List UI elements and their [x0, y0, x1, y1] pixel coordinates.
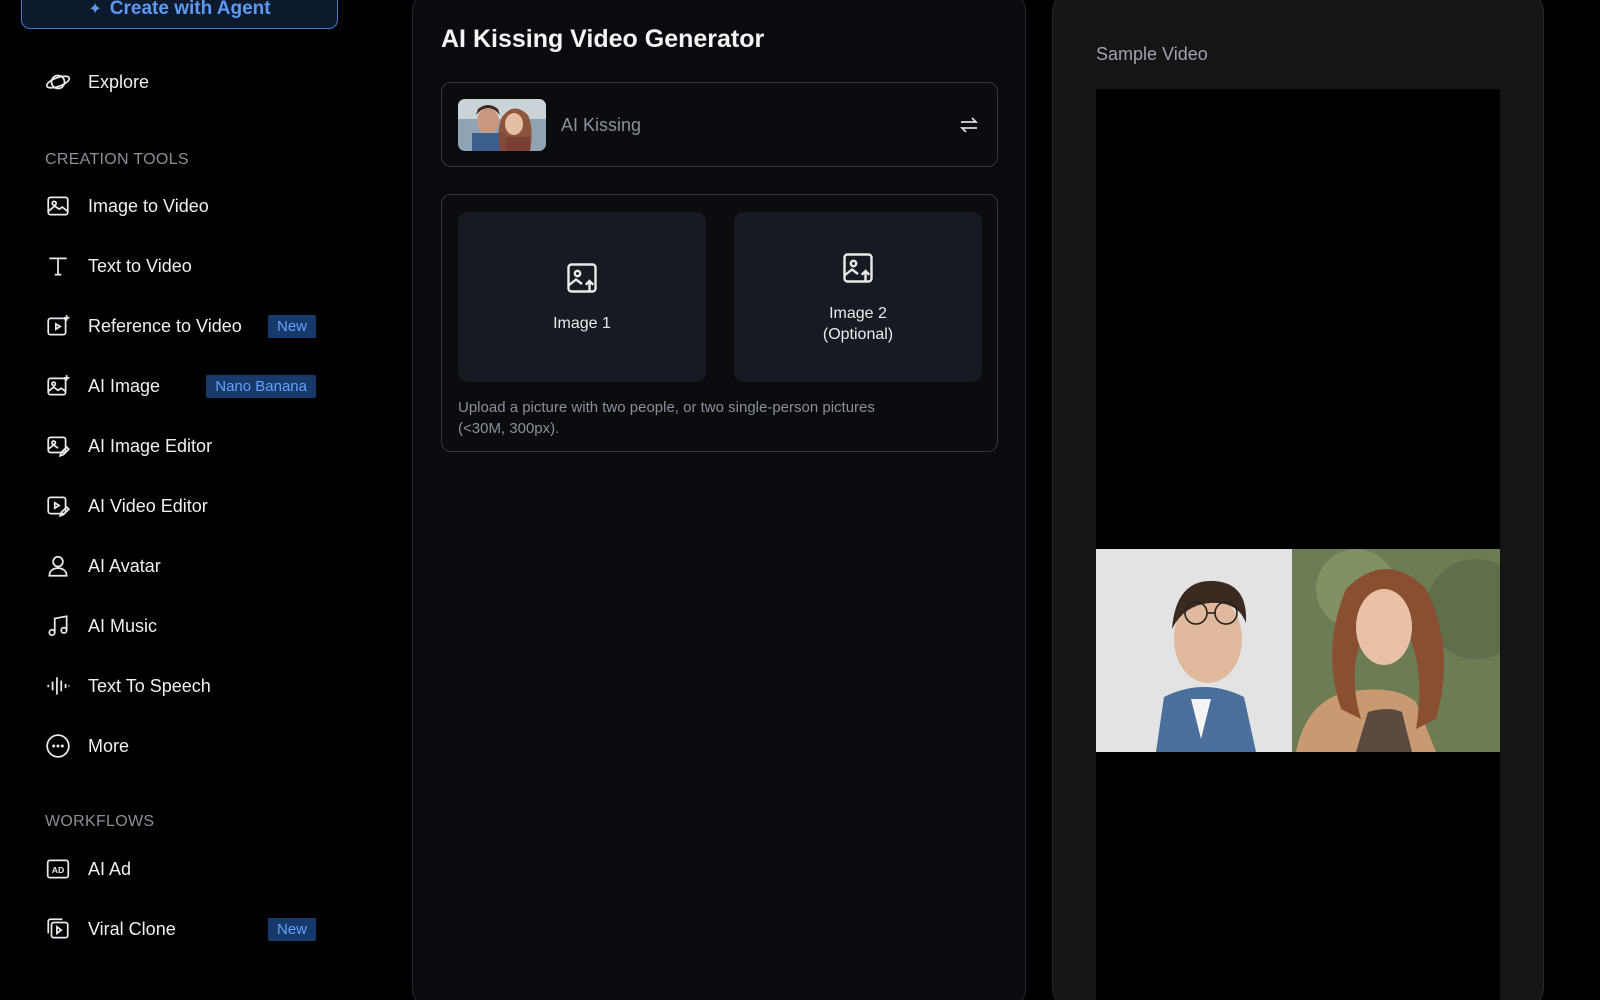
sidebar-item-viral-clone[interactable]: Viral Clone New [44, 909, 316, 949]
sidebar-item-ai-music[interactable]: AI Music [44, 606, 157, 646]
sidebar-item-explore[interactable]: Explore [44, 62, 149, 102]
image-upload-icon [564, 260, 600, 301]
reference-video-icon [44, 312, 72, 340]
sample-video-frame [1096, 549, 1500, 752]
new-badge: New [267, 314, 316, 338]
image-upload-icon [840, 250, 876, 291]
swap-icon[interactable] [957, 113, 981, 137]
sidebar-item-ai-ad[interactable]: AD AI Ad [44, 849, 131, 889]
create-with-agent-button[interactable]: ✦ Create with Agent [21, 0, 338, 29]
sidebar-item-text-to-video[interactable]: Text to Video [44, 246, 192, 286]
avatar-icon [44, 552, 72, 580]
sidebar-item-ai-video-editor[interactable]: AI Video Editor [44, 486, 208, 526]
sidebar-item-image-to-video[interactable]: Image to Video [44, 186, 209, 226]
svg-text:AD: AD [52, 865, 65, 875]
waveform-icon [44, 672, 72, 700]
template-name: AI Kissing [561, 115, 642, 135]
page-title: AI Kissing Video Generator [441, 25, 765, 53]
sidebar-item-ai-avatar[interactable]: AI Avatar [44, 546, 161, 586]
sidebar-item-text-to-speech[interactable]: Text To Speech [44, 666, 211, 706]
creation-tools-heading: CREATION TOOLS [45, 151, 189, 168]
image-icon [44, 192, 72, 220]
text-t-icon [44, 252, 72, 280]
sidebar: ✦ Create with Agent Explore CREATION TOO… [0, 0, 392, 1000]
clone-icon [44, 915, 72, 943]
workflows-heading: WORKFLOWS [45, 813, 155, 830]
template-thumbnail [458, 99, 546, 151]
sidebar-item-ai-image[interactable]: AI Image Nano Banana [44, 366, 316, 406]
more-dots-icon [44, 732, 72, 760]
video-edit-icon [44, 492, 72, 520]
image-2-upload-slot[interactable]: Image 2 (Optional) [734, 212, 982, 382]
new-badge: New [267, 917, 316, 941]
music-note-icon [44, 612, 72, 640]
sample-video-player[interactable] [1096, 89, 1500, 1000]
sidebar-item-reference-to-video[interactable]: Reference to Video New [44, 306, 316, 346]
sidebar-item-more[interactable]: More [44, 726, 129, 766]
image-edit-icon [44, 432, 72, 460]
upload-area: Image 1 Image 2 (Optional) Upload a pict… [441, 194, 998, 452]
sample-panel: Sample Video [1052, 0, 1544, 1000]
template-selector[interactable]: AI Kissing [441, 82, 998, 167]
generator-panel: AI Kissing Video Generator AI Kissing Im… [412, 0, 1026, 1000]
image-1-label: Image 1 [553, 315, 611, 332]
sidebar-item-ai-image-editor[interactable]: AI Image Editor [44, 426, 212, 466]
image-1-upload-slot[interactable]: Image 1 [458, 212, 706, 382]
planet-icon [44, 68, 72, 96]
upload-hint: Upload a picture with two people, or two… [458, 399, 875, 437]
sample-video-label: Sample Video [1096, 44, 1208, 64]
sparkle-icon: ✦ [88, 0, 102, 18]
nano-banana-badge: Nano Banana [206, 374, 316, 398]
ai-image-icon [44, 372, 72, 400]
ad-icon: AD [44, 855, 72, 883]
image-2-label: Image 2 (Optional) [822, 304, 894, 343]
